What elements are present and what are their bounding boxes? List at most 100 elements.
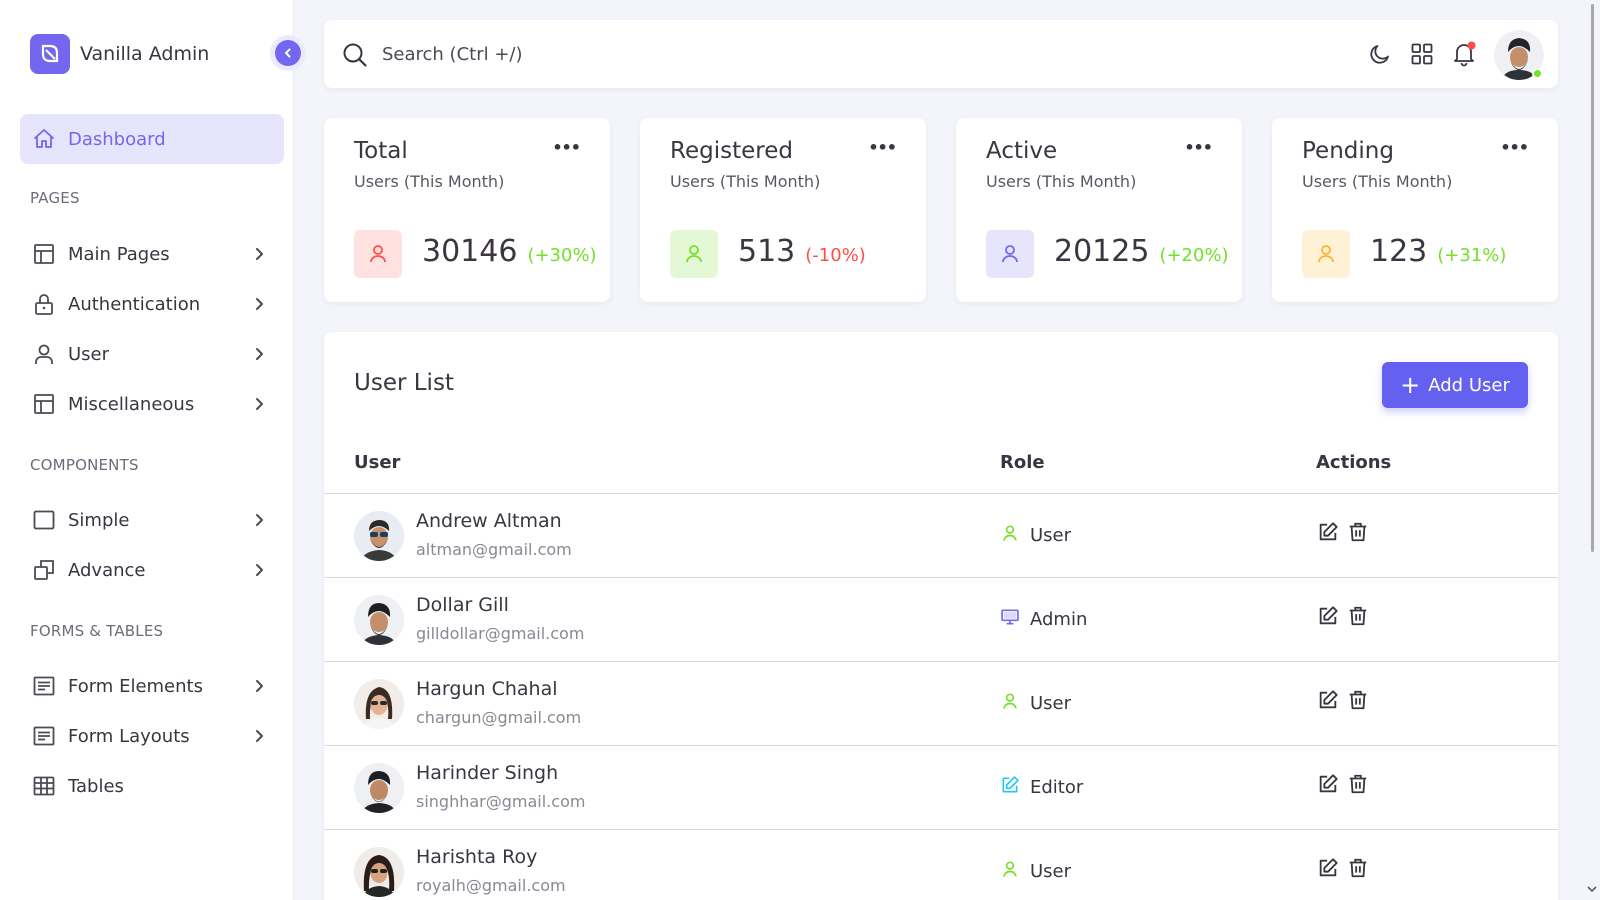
apps-grid-icon[interactable]: [1408, 40, 1436, 68]
sidebar-item-simple[interactable]: Simple: [32, 502, 278, 538]
user-icon: [354, 230, 402, 278]
user-icon: [986, 230, 1034, 278]
stat-value-block: 513 (-10%): [738, 234, 866, 269]
stat-value: 123: [1370, 234, 1428, 269]
user-role: User: [1000, 523, 1071, 547]
user-role: Admin: [1000, 607, 1087, 631]
sidebar-item-main-pages[interactable]: Main Pages: [32, 236, 278, 272]
stat-value-block: 30146 (+30%): [422, 234, 597, 269]
edit-icon[interactable]: [1316, 772, 1340, 796]
sidebar-item-dashboard[interactable]: Dashboard: [20, 114, 284, 164]
profile-avatar[interactable]: [1494, 30, 1544, 80]
trash-icon[interactable]: [1346, 604, 1370, 628]
stat-value: 20125: [1054, 234, 1150, 269]
user-email: gilldollar@gmail.com: [416, 624, 585, 643]
more-options-icon[interactable]: •••: [1500, 138, 1529, 157]
search-input[interactable]: [382, 36, 1082, 72]
user-email: singhhar@gmail.com: [416, 792, 586, 811]
sidebar-item-label: Miscellaneous: [68, 393, 195, 415]
home-icon: [32, 127, 56, 151]
chevron-right-icon: [250, 727, 268, 745]
trash-icon[interactable]: [1346, 688, 1370, 712]
stat-card-registered: Registered Users (This Month) ••• 513 (-1…: [640, 118, 926, 302]
trash-icon[interactable]: [1346, 772, 1370, 796]
section-title-forms-tables: FORMS & TABLES: [30, 622, 164, 640]
more-options-icon[interactable]: •••: [1184, 138, 1213, 157]
user-name: Dollar Gill: [416, 594, 509, 616]
plus-icon: +: [1400, 371, 1421, 399]
add-user-button[interactable]: + Add User: [1382, 362, 1528, 408]
brand-name: Vanilla Admin: [80, 43, 210, 65]
sidebar-item-user[interactable]: User: [32, 336, 278, 372]
brand-logo-icon: [30, 34, 70, 74]
sidebar-item-miscellaneous[interactable]: Miscellaneous: [32, 386, 278, 422]
sidebar: Vanilla Admin Dashboard PAGES Main Pages…: [0, 0, 306, 900]
stat-value-block: 20125 (+20%): [1054, 234, 1229, 269]
user-role: User: [1000, 691, 1071, 715]
sidebar-item-authentication[interactable]: Authentication: [32, 286, 278, 322]
role-label: User: [1030, 524, 1072, 546]
user-role: Editor: [1000, 775, 1083, 799]
stat-subtitle: Users (This Month): [986, 172, 1137, 191]
row-actions: [1316, 604, 1376, 628]
edit-icon[interactable]: [1316, 520, 1340, 544]
square-icon: [32, 508, 56, 532]
user-icon: [670, 230, 718, 278]
sidebar-item-tables[interactable]: Tables: [32, 768, 278, 804]
user-role: User: [1000, 859, 1071, 883]
avatar: [354, 511, 404, 561]
user-icon: [32, 342, 56, 366]
user-icon: [1302, 230, 1350, 278]
user-role-icon: [1000, 859, 1020, 883]
user-email: chargun@gmail.com: [416, 708, 582, 727]
stat-subtitle: Users (This Month): [1302, 172, 1453, 191]
user-role-icon: [1000, 691, 1020, 715]
edit-icon[interactable]: [1316, 856, 1340, 880]
chevron-right-icon: [250, 245, 268, 263]
section-title-pages: PAGES: [30, 189, 80, 207]
sidebar-item-label: Advance: [68, 559, 146, 581]
moon-icon[interactable]: [1366, 40, 1394, 68]
table-row: Andrew Altman altman@gmail.com User: [324, 494, 1558, 578]
role-label: User: [1030, 692, 1072, 714]
edit-icon[interactable]: [1316, 604, 1340, 628]
stat-change: (-10%): [805, 245, 866, 266]
row-actions: [1316, 688, 1376, 712]
sidebar-item-form-layouts[interactable]: Form Layouts: [32, 718, 278, 754]
scrollbar-thumb[interactable]: [1591, 4, 1594, 552]
monitor-icon: [1000, 607, 1020, 631]
more-options-icon[interactable]: •••: [552, 138, 581, 157]
scroll-down-arrow-icon[interactable]: [1587, 884, 1597, 894]
more-options-icon[interactable]: •••: [868, 138, 897, 157]
sidebar-item-form-elements[interactable]: Form Elements: [32, 668, 278, 704]
trash-icon[interactable]: [1346, 856, 1370, 880]
avatar: [354, 679, 404, 729]
trash-icon[interactable]: [1346, 520, 1370, 544]
user-email: royalh@gmail.com: [416, 876, 566, 895]
edit-square-icon: [1000, 775, 1020, 799]
section-title-components: COMPONENTS: [30, 456, 139, 474]
user-name: Hargun Chahal: [416, 678, 558, 700]
sidebar-item-label: User: [68, 343, 110, 365]
chevron-right-icon: [250, 295, 268, 313]
stat-value-block: 123 (+31%): [1370, 234, 1506, 269]
user-role-icon: [1000, 523, 1020, 547]
sidebar-item-label: Main Pages: [68, 243, 170, 265]
stat-subtitle: Users (This Month): [670, 172, 821, 191]
stat-card-total: Total Users (This Month) ••• 30146 (+30%): [324, 118, 610, 302]
edit-icon[interactable]: [1316, 688, 1340, 712]
lock-icon: [32, 292, 56, 316]
sidebar-collapse-button[interactable]: [270, 35, 306, 71]
stat-value: 513: [738, 234, 796, 269]
search-icon[interactable]: [341, 41, 369, 73]
column-header-user: User: [354, 452, 401, 473]
chevron-right-icon: [250, 345, 268, 363]
layout-icon: [32, 392, 56, 416]
user-name: Andrew Altman: [416, 510, 562, 532]
user-list-title: User List: [354, 370, 454, 396]
role-label: User: [1030, 860, 1072, 882]
sidebar-item-advance[interactable]: Advance: [32, 552, 278, 588]
brand[interactable]: Vanilla Admin: [30, 34, 209, 74]
bell-icon[interactable]: [1450, 40, 1478, 68]
stat-change: (+20%): [1159, 245, 1229, 266]
